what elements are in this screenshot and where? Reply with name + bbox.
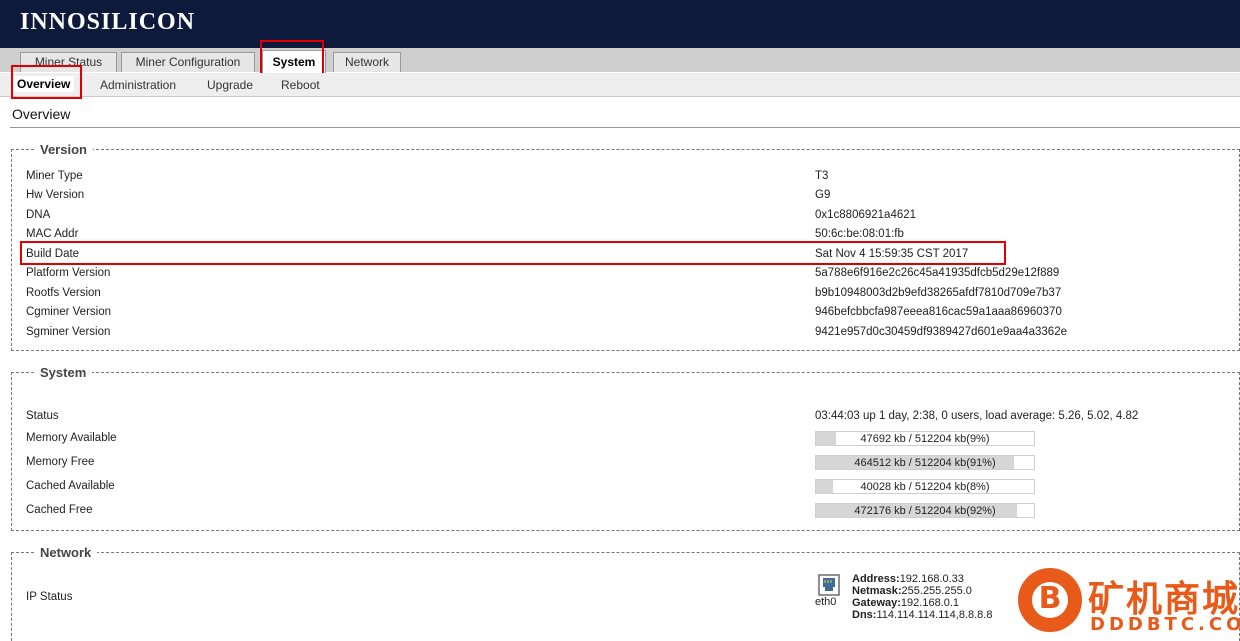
dns-line: Dns:114.114.114.114,8.8.8.8 — [852, 609, 992, 621]
rootfs-version-value: b9b10948003d2b9efd38265afdf7810d709e7b37 — [815, 287, 1062, 299]
cached-free-meter: 472176 kb / 512204 kb(92%) — [815, 503, 1035, 518]
dna-value: 0x1c8806921a4621 — [815, 209, 917, 221]
system-legend: System — [40, 365, 87, 380]
cached-available-meter: 40028 kb / 512204 kb(8%) — [815, 479, 1035, 494]
page-title: Overview — [12, 106, 71, 122]
top-header: INNOSILICON — [0, 0, 1240, 48]
memory-free-meter: 464512 kb / 512204 kb(91%) — [815, 455, 1035, 470]
mac-addr-label: MAC Addr — [26, 228, 79, 240]
title-divider — [10, 127, 1240, 128]
eth0-label: eth0 — [815, 596, 837, 608]
cached-available-label: Cached Available — [26, 480, 115, 492]
highlight-overview-subtab — [11, 65, 82, 99]
meter-text: 472176 kb / 512204 kb(92%) — [854, 505, 996, 517]
cgminer-version-value: 946befcbbcfa987eeea816cac59a1aaa86960370 — [815, 306, 1062, 318]
hw-version-value: G9 — [815, 189, 831, 201]
address-line: Address:192.168.0.33 — [852, 573, 992, 585]
platform-version-value: 5a788e6f916e2c26c45a41935dfcb5d29e12f889 — [815, 267, 1060, 279]
cgminer-version-label: Cgminer Version — [26, 306, 112, 318]
ip-status-label: IP Status — [26, 591, 73, 603]
sgminer-version-label: Sgminer Version — [26, 326, 111, 338]
subtab-reboot[interactable]: Reboot — [281, 78, 320, 92]
rootfs-version-label: Rootfs Version — [26, 287, 101, 299]
sub-tab-bar — [0, 73, 1240, 97]
sgminer-version-value: 9421e957d0c30459df9389427d601e9aa4a3362e — [815, 326, 1067, 338]
meter-text: 40028 kb / 512204 kb(8%) — [860, 481, 990, 493]
memory-free-label: Memory Free — [26, 456, 95, 468]
cached-free-label: Cached Free — [26, 504, 93, 516]
site-watermark: B 矿机商城 DDDBTC.COM — [1018, 566, 1240, 641]
meter-text: 47692 kb / 512204 kb(9%) — [860, 433, 990, 445]
status-label: Status — [26, 410, 59, 422]
brand-logo: INNOSILICON — [20, 9, 196, 35]
hw-version-label: Hw Version — [26, 189, 85, 201]
highlight-build-date-row — [20, 241, 1006, 265]
bitcoin-logo-icon: B — [1018, 568, 1082, 632]
tab-network[interactable]: Network — [333, 52, 401, 72]
netmask-value: 255.255.255.0 — [901, 585, 972, 597]
network-legend: Network — [40, 545, 92, 560]
watermark-domain-text: DDDBTC.COM — [1090, 614, 1240, 635]
platform-version-label: Platform Version — [26, 267, 111, 279]
gateway-value: 192.168.0.1 — [900, 597, 960, 609]
highlight-system-tab — [260, 40, 324, 75]
status-value: 03:44:03 up 1 day, 2:38, 0 users, load a… — [815, 410, 1139, 422]
memory-available-meter: 47692 kb / 512204 kb(9%) — [815, 431, 1035, 446]
logo-letter: B — [1038, 581, 1062, 616]
dna-label: DNA — [26, 209, 51, 221]
miner-type-label: Miner Type — [26, 170, 83, 182]
gateway-line: Gateway:192.168.0.1 — [852, 597, 992, 609]
netmask-line: Netmask:255.255.255.0 — [852, 585, 992, 597]
gateway-key: Gateway: — [852, 597, 901, 609]
dns-value: 114.114.114.114,8.8.8.8 — [876, 609, 993, 621]
netmask-key: Netmask: — [852, 585, 902, 597]
memory-available-label: Memory Available — [26, 432, 117, 444]
subtab-administration[interactable]: Administration — [100, 78, 176, 92]
miner-type-value: T3 — [815, 170, 829, 182]
tab-miner-configuration[interactable]: Miner Configuration — [121, 52, 255, 72]
meter-text: 464512 kb / 512204 kb(91%) — [854, 457, 996, 469]
version-legend: Version — [40, 142, 87, 157]
address-key: Address: — [852, 573, 900, 585]
address-value: 192.168.0.33 — [899, 573, 964, 585]
ip-details: Address:192.168.0.33 Netmask:255.255.255… — [852, 573, 992, 621]
ethernet-port-icon — [818, 574, 840, 596]
subtab-upgrade[interactable]: Upgrade — [207, 78, 253, 92]
mac-addr-value: 50:6c:be:08:01:fb — [815, 228, 904, 240]
dns-key: Dns: — [852, 609, 877, 621]
system-section: System — [11, 365, 1240, 531]
